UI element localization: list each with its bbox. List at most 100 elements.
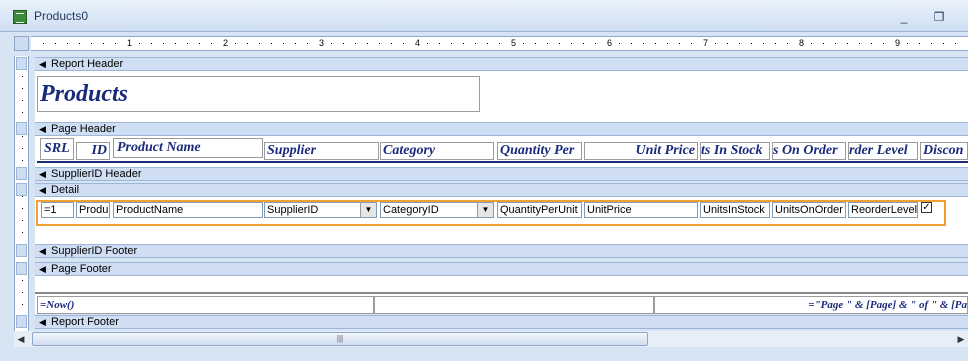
header-label-srl[interactable]: SRL bbox=[40, 138, 74, 160]
ruler-tick bbox=[739, 43, 740, 44]
detail-combo-categoryid[interactable]: CategoryID ▼ bbox=[380, 202, 494, 218]
scroll-right-icon[interactable]: ▶ bbox=[954, 331, 968, 347]
detail-combo-supplierid[interactable]: SupplierID ▼ bbox=[264, 202, 377, 218]
section-arrow-icon: ◀ bbox=[39, 246, 46, 256]
horizontal-scrollbar[interactable]: ◀ ||| ▶ bbox=[14, 331, 968, 347]
ruler-tick bbox=[775, 43, 776, 44]
detail-field-units-on-order[interactable]: UnitsOnOrder bbox=[772, 202, 846, 218]
section-arrow-icon: ◀ bbox=[39, 169, 46, 179]
header-divider-line[interactable] bbox=[37, 161, 968, 163]
ruler-tick bbox=[22, 76, 23, 77]
header-label-unit-price[interactable]: Unit Price bbox=[584, 142, 698, 160]
ruler-tick bbox=[22, 88, 23, 89]
horizontal-ruler[interactable]: 1 2 3 4 5 6 7 8 9 bbox=[31, 36, 968, 51]
ruler-tick bbox=[943, 43, 944, 44]
detail-field-unit-price[interactable]: UnitPrice bbox=[584, 202, 698, 218]
detail-field-reorder-level[interactable]: ReorderLevel bbox=[848, 202, 918, 218]
footer-page-number-field[interactable]: ="Page " & [Page] & " of " & [Pa bbox=[654, 296, 968, 314]
ruler-tick bbox=[727, 43, 728, 44]
header-label-product-name[interactable]: Product Name bbox=[113, 138, 263, 158]
ruler-tick bbox=[22, 232, 23, 233]
header-label-units-in-stock[interactable]: ts In Stock bbox=[700, 142, 770, 160]
ruler-tick bbox=[91, 43, 92, 44]
ruler-mark: 2 bbox=[223, 38, 229, 48]
ruler-tick bbox=[22, 160, 23, 161]
ruler-tick bbox=[667, 43, 668, 44]
ruler-tick bbox=[583, 43, 584, 44]
ruler-tick bbox=[22, 100, 23, 101]
detail-field-srl[interactable]: =1 bbox=[41, 202, 74, 218]
section-selector[interactable] bbox=[16, 122, 27, 135]
ruler-tick bbox=[679, 43, 680, 44]
detail-field-units-in-stock[interactable]: UnitsInStock bbox=[700, 202, 770, 218]
section-label: Report Footer bbox=[51, 316, 119, 328]
discontinued-checkbox[interactable]: ✓ bbox=[921, 202, 932, 213]
section-detail[interactable]: ◀ Detail bbox=[35, 183, 968, 197]
footer-divider-line[interactable] bbox=[35, 292, 968, 294]
ruler-tick bbox=[883, 43, 884, 44]
section-supplier-footer[interactable]: ◀ SupplierID Footer bbox=[35, 244, 968, 258]
ruler-tick bbox=[571, 43, 572, 44]
ruler-tick bbox=[22, 112, 23, 113]
combo-arrow-icon[interactable]: ▼ bbox=[360, 203, 376, 217]
ruler-tick bbox=[367, 43, 368, 44]
header-label-discontinued[interactable]: Discon bbox=[920, 142, 968, 160]
ruler-tick bbox=[271, 43, 272, 44]
section-report-footer[interactable]: ◀ Report Footer bbox=[35, 315, 968, 329]
ruler-tick bbox=[259, 43, 260, 44]
footer-date-field[interactable]: =Now() bbox=[37, 296, 374, 314]
restore-button[interactable]: ❐ bbox=[931, 10, 947, 24]
scroll-thumb[interactable]: ||| bbox=[32, 332, 648, 346]
ruler-tick bbox=[247, 43, 248, 44]
scroll-left-icon[interactable]: ◀ bbox=[14, 331, 28, 347]
ruler-tick bbox=[403, 43, 404, 44]
ruler-tick bbox=[751, 43, 752, 44]
header-label-category[interactable]: Category bbox=[380, 142, 494, 160]
combo-arrow-icon[interactable]: ▼ bbox=[477, 203, 493, 217]
ruler-tick bbox=[22, 196, 23, 197]
detail-field-quantity-per-unit[interactable]: QuantityPerUnit bbox=[497, 202, 582, 218]
section-page-footer[interactable]: ◀ Page Footer bbox=[35, 262, 968, 276]
section-report-header[interactable]: ◀ Report Header bbox=[35, 57, 968, 71]
window-title: Products0 bbox=[34, 9, 89, 23]
ruler-tick bbox=[619, 43, 620, 44]
ruler-tick bbox=[535, 43, 536, 44]
ruler-mark: 3 bbox=[319, 38, 325, 48]
report-title-label[interactable]: Products bbox=[37, 76, 480, 112]
ruler-mark: 8 bbox=[799, 38, 805, 48]
ruler-tick bbox=[55, 43, 56, 44]
ruler-corner-selector[interactable] bbox=[14, 36, 29, 51]
ruler-tick bbox=[163, 43, 164, 44]
section-selector[interactable] bbox=[16, 167, 27, 180]
section-selector[interactable] bbox=[16, 262, 27, 275]
header-label-reorder-level[interactable]: rder Level bbox=[848, 142, 918, 160]
header-label-supplier[interactable]: Supplier bbox=[264, 142, 379, 160]
ruler-tick bbox=[22, 220, 23, 221]
ruler-tick bbox=[67, 43, 68, 44]
footer-empty-field[interactable] bbox=[374, 296, 654, 314]
ruler-tick bbox=[451, 43, 452, 44]
section-page-header[interactable]: ◀ Page Header bbox=[35, 122, 968, 136]
ruler-tick bbox=[22, 208, 23, 209]
ruler-tick bbox=[283, 43, 284, 44]
section-selector[interactable] bbox=[16, 244, 27, 257]
section-selector[interactable] bbox=[16, 183, 27, 196]
section-selector[interactable] bbox=[16, 315, 27, 328]
ruler-tick bbox=[22, 280, 23, 281]
section-label: Detail bbox=[51, 184, 80, 196]
ruler-tick bbox=[811, 43, 812, 44]
ruler-tick bbox=[463, 43, 464, 44]
minimize-button[interactable]: _ bbox=[896, 10, 912, 24]
section-supplier-header[interactable]: ◀ SupplierID Header bbox=[35, 167, 968, 181]
detail-field-product-name[interactable]: ProductName bbox=[113, 202, 263, 218]
header-label-quantity-per[interactable]: Quantity Per bbox=[497, 142, 582, 160]
ruler-tick bbox=[907, 43, 908, 44]
ruler-tick bbox=[139, 43, 140, 44]
section-label: SupplierID Footer bbox=[51, 245, 138, 257]
detail-field-productid[interactable]: Produ bbox=[76, 202, 110, 218]
ruler-tick bbox=[115, 43, 116, 44]
header-label-units-on-order[interactable]: s On Order bbox=[772, 142, 846, 160]
ruler-tick bbox=[919, 43, 920, 44]
section-selector[interactable] bbox=[16, 57, 27, 70]
header-label-id[interactable]: ID bbox=[76, 142, 110, 160]
